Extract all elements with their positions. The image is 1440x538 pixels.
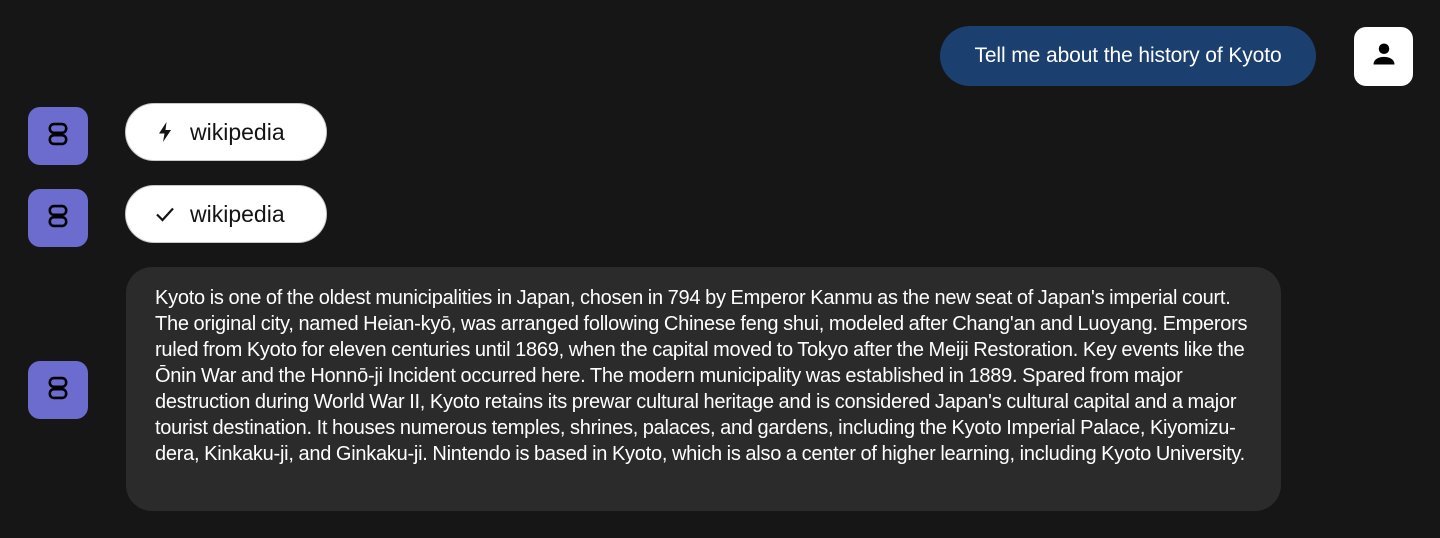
robot-icon	[44, 202, 72, 235]
tool-call-chip-done[interactable]: wikipedia	[125, 185, 327, 243]
assistant-response-text: Kyoto is one of the oldest municipalitie…	[155, 287, 1248, 465]
user-message-bubble: Tell me about the history of Kyoto	[940, 26, 1316, 86]
assistant-response-bubble: Kyoto is one of the oldest municipalitie…	[126, 267, 1281, 511]
robot-icon	[44, 374, 72, 407]
bot-avatar	[28, 361, 88, 419]
person-icon	[1370, 40, 1398, 73]
robot-icon	[44, 120, 72, 153]
check-icon	[154, 203, 176, 225]
bot-avatar	[28, 107, 88, 165]
user-avatar	[1354, 27, 1413, 86]
chat-transcript: Tell me about the history of Kyoto wikip…	[0, 0, 1440, 538]
tool-call-label: wikipedia	[190, 200, 285, 227]
bolt-icon	[154, 121, 176, 143]
tool-call-label: wikipedia	[190, 118, 285, 145]
tool-call-chip-running[interactable]: wikipedia	[125, 103, 327, 161]
bot-avatar	[28, 189, 88, 247]
